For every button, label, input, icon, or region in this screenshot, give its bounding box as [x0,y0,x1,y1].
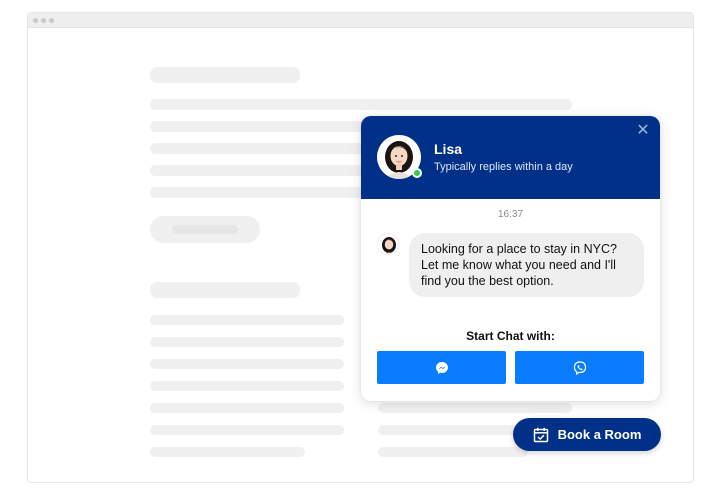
skeleton-line [150,403,344,413]
messenger-button[interactable] [377,351,506,384]
skeleton-line [150,315,344,325]
skeleton-line [378,447,528,457]
skeleton-line [150,359,344,369]
skeleton-line [150,337,344,347]
online-status-dot [412,168,422,178]
message-bubble: Looking for a place to stay in NYC? Let … [409,233,644,297]
chat-widget: ✕ Lisa Typically replies within a day 16… [361,116,660,401]
messenger-icon [435,361,448,374]
agent-avatar-small-image [378,234,398,254]
window-dot [33,17,38,23]
agent-avatar [377,135,422,179]
viber-button[interactable] [515,351,644,384]
skeleton-line [150,447,305,457]
skeleton-line [150,381,344,391]
chat-header: ✕ Lisa Typically replies within a day [361,116,660,199]
skeleton-heading [150,282,300,298]
close-icon[interactable]: ✕ [636,123,650,139]
message-timestamp: 16:37 [497,209,524,220]
calendar-check-icon [533,427,548,442]
agent-name: Lisa [434,141,463,157]
window-dot [49,17,54,23]
start-chat-label: Start Chat with: [466,329,555,343]
agent-avatar-small [377,233,399,255]
skeleton-line [150,425,344,435]
agent-status: Typically replies within a day [434,161,573,173]
skeleton-button-inner [172,225,238,234]
window-dot [41,17,46,23]
skeleton-line [378,403,572,413]
skeleton-line [378,425,528,435]
viber-icon [573,360,586,375]
book-a-room-label: Book a Room [557,427,642,442]
skeleton-heading [150,67,300,83]
browser-title-bar [28,13,693,28]
book-a-room-button[interactable]: Book a Room [513,418,661,451]
skeleton-line [150,99,572,110]
